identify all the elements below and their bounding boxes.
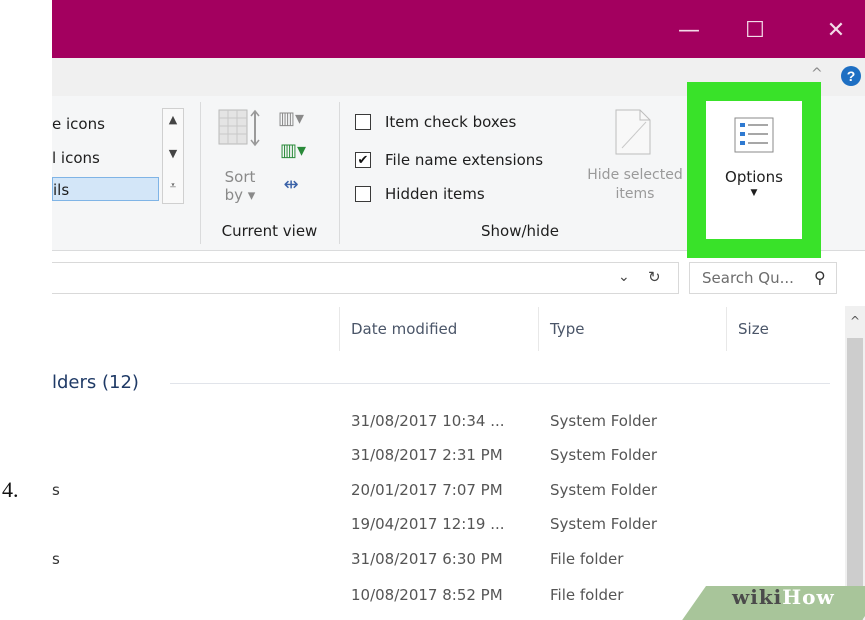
layout-gallery: e icons l icons ils [52, 108, 159, 201]
file-explorer-window: — ☐ ✕ ^ ? e icons l icons ils ▲ ▼ ⩡ Sort… [52, 0, 865, 620]
search-placeholder: Search Qu... [702, 269, 794, 287]
options-label[interactable]: Options [706, 168, 802, 186]
column-divider[interactable] [726, 307, 727, 351]
options-icon[interactable] [734, 117, 774, 153]
layout-gallery-scroller[interactable]: ▲ ▼ ⩡ [162, 108, 184, 204]
row-type: File folder [550, 550, 624, 568]
refresh-icon[interactable]: ↻ [648, 268, 661, 286]
add-columns-icon[interactable]: ▥▾ [278, 140, 308, 166]
scroll-up-icon[interactable]: ^ [845, 314, 865, 328]
layout-details[interactable]: ils [52, 177, 159, 201]
row-date: 31/08/2017 6:30 PM [351, 550, 503, 568]
row-type: File folder [550, 586, 624, 604]
table-row[interactable]: 31/08/2017 10:34 ... System Folder [52, 412, 832, 436]
file-name-extensions-toggle[interactable]: ✔ File name extensions [355, 148, 543, 172]
close-button[interactable]: ✕ [816, 10, 856, 50]
gallery-up-icon[interactable]: ▲ [163, 113, 183, 126]
row-type: System Folder [550, 446, 658, 464]
wikihow-watermark: wikiHow [732, 585, 835, 609]
table-row[interactable]: 31/08/2017 2:31 PM System Folder [52, 446, 832, 470]
maximize-button[interactable]: ☐ [735, 10, 775, 50]
size-columns-icon[interactable]: ⇹ [276, 174, 306, 200]
search-input[interactable]: Search Qu... ⚲ [689, 262, 837, 294]
row-name: s [52, 550, 60, 568]
file-name-extensions-checkbox[interactable]: ✔ [355, 152, 371, 168]
options-dropdown-icon[interactable]: ▼ [706, 188, 802, 198]
title-bar: — ☐ ✕ [52, 0, 865, 58]
ribbon-divider [200, 102, 201, 244]
hide-selected-icon[interactable] [614, 108, 652, 156]
group-divider [170, 383, 830, 384]
row-date: 31/08/2017 10:34 ... [351, 412, 505, 430]
step-number: 4. [2, 477, 19, 502]
hidden-items-toggle[interactable]: Hidden items [355, 182, 485, 206]
address-row: ⌄ ↻ Search Qu... ⚲ [52, 262, 865, 296]
folders-group-header[interactable]: lders (12) [52, 372, 139, 393]
row-date: 31/08/2017 2:31 PM [351, 446, 503, 464]
column-size[interactable]: Size [738, 320, 769, 338]
column-date-modified[interactable]: Date modified [351, 320, 457, 338]
row-date: 20/01/2017 7:07 PM [351, 481, 503, 499]
table-row[interactable]: 19/04/2017 12:19 ... System Folder [52, 515, 832, 539]
item-check-boxes-checkbox[interactable] [355, 114, 371, 130]
scrollbar-thumb[interactable] [847, 338, 863, 620]
item-check-boxes-toggle[interactable]: Item check boxes [355, 110, 516, 134]
hide-selected-items-button[interactable]: Hide selected items [570, 166, 700, 204]
address-bar[interactable]: ⌄ ↻ [52, 262, 679, 294]
row-type: System Folder [550, 515, 658, 533]
table-row[interactable]: s 20/01/2017 7:07 PM System Folder [52, 481, 832, 505]
column-divider[interactable] [339, 307, 340, 351]
collapse-ribbon-icon[interactable]: ^ [811, 66, 823, 82]
minimize-button[interactable]: — [669, 10, 709, 50]
sort-by-icon[interactable] [217, 108, 261, 150]
ribbon-divider [339, 102, 340, 244]
row-type: System Folder [550, 481, 658, 499]
table-row[interactable]: s 31/08/2017 6:30 PM File folder [52, 550, 832, 574]
search-icon[interactable]: ⚲ [814, 268, 826, 287]
show-hide-group-label: Show/hide [481, 222, 559, 240]
gallery-down-icon[interactable]: ▼ [163, 147, 183, 160]
gallery-more-icon[interactable]: ⩡ [163, 179, 183, 193]
column-type[interactable]: Type [550, 320, 584, 338]
row-name: s [52, 481, 60, 499]
row-type: System Folder [550, 412, 658, 430]
address-dropdown-icon[interactable]: ⌄ [618, 269, 630, 285]
sort-by-button[interactable]: Sort by ▾ [220, 168, 260, 204]
layout-small-icons[interactable]: l icons [52, 146, 157, 170]
help-icon[interactable]: ? [841, 66, 861, 86]
current-view-group-label: Current view [221, 222, 318, 240]
layout-large-icons[interactable]: e icons [52, 112, 157, 136]
column-divider[interactable] [538, 307, 539, 351]
row-date: 19/04/2017 12:19 ... [351, 515, 505, 533]
group-by-icon[interactable]: ▥▾ [276, 108, 306, 134]
vertical-scrollbar[interactable]: ^ [845, 306, 865, 620]
row-date: 10/08/2017 8:52 PM [351, 586, 503, 604]
hidden-items-checkbox[interactable] [355, 186, 371, 202]
